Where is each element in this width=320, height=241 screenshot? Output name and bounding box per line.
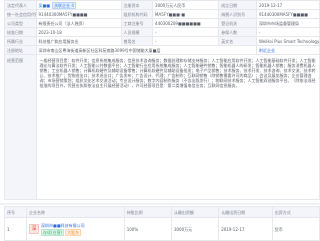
reg-no-label: 工商注册号	[120, 18, 154, 28]
insured-label: 参保人数	[218, 27, 257, 37]
approval-date-value: 2023-10-18	[35, 27, 122, 37]
col-header-capital[interactable]: 认缴出资额	[170, 206, 220, 218]
shareholder-badge: 大股东	[65, 228, 82, 236]
former-name-value: -	[152, 36, 220, 46]
taxpayer-id-value: 91440300MA5FY■■■■	[255, 9, 320, 19]
row-percent: 100%	[123, 217, 172, 241]
registry-value: 深圳市市场监督管理局	[255, 18, 320, 28]
scope-label: 经营范围	[4, 54, 37, 200]
staff-value: -	[152, 27, 220, 37]
section-divider	[0, 203, 320, 205]
taxpayer-id-label: 纳税人识别号	[218, 9, 257, 19]
registry-label: 登记机关	[218, 18, 257, 28]
reg-capital-label: 注册资本	[120, 0, 154, 10]
row-capital: 3000万元	[170, 217, 220, 241]
col-header-index: 序号	[3, 206, 28, 218]
row-company-cell: 深 深圳市■■科技有限公司 存续(在营) 大股东	[26, 217, 125, 241]
nearby-companies-link[interactable]: 附近企业	[259, 48, 275, 53]
address-value: 深圳市南山区粤海街道高新区社区科苑南路3099号中国储能大厦■层	[35, 45, 257, 55]
row-date: 2019-12-17	[218, 217, 273, 241]
establish-date-value: 2019-12-17	[255, 0, 320, 10]
address-label: 注册地址	[4, 45, 37, 55]
former-name-label: 曾用名	[120, 36, 154, 46]
industry-label: 所属行业	[4, 36, 37, 46]
company-type-value: 有限责任公司（法人独资）	[35, 18, 122, 28]
industry-value: 科技推广和应用服务业	[35, 36, 122, 46]
legal-rep-cell: 吴■■ 关联企业 4	[35, 0, 122, 10]
credit-code-value: 91440300MA5FY■■■■	[35, 9, 122, 19]
row-index: 1	[3, 217, 28, 241]
shareholder-table: 序号 企业名称 持股比例 认缴出资额 认缴出资日期 出资方式 1 深 深圳市■■…	[3, 206, 320, 241]
scope-value: 一般经营项目是：软件开发；信息系统集成服务；信息技术咨询服务；数据处理和存储支持…	[35, 54, 320, 200]
company-info-table: 法定代表人 吴■■ 关联企业 4 注册资本 3000万元人民币 成立日期 201…	[4, 0, 320, 200]
insured-value: -	[255, 27, 320, 37]
company-type-label: 公司类型	[4, 18, 37, 28]
credit-code-label: 统一社会信用代码	[4, 9, 37, 19]
org-code-label: 组织机构代码	[120, 9, 154, 19]
company-name-link[interactable]: 深圳市■■科技有限公司	[41, 223, 85, 228]
reg-no-value: 440300209■■■■■■	[152, 18, 220, 28]
establish-date-label: 成立日期	[218, 0, 257, 10]
status-badge: 存续(在营)	[41, 228, 65, 236]
approval-date-label: 核准日期	[4, 27, 37, 37]
legal-rep-label: 法定代表人	[4, 0, 37, 10]
legal-rep-name[interactable]: 吴■■	[39, 3, 51, 8]
row-method: 货币	[271, 217, 320, 241]
org-code-value: MA5FY■■■-■	[152, 9, 220, 19]
staff-label: 人员规模	[120, 27, 154, 37]
company-logo: 深	[29, 224, 40, 234]
legal-rep-tag[interactable]: 关联企业 4	[52, 1, 76, 9]
col-header-method: 出资方式	[271, 206, 320, 218]
table-row: 1 深 深圳市■■科技有限公司 存续(在营) 大股东 100% 3000万元 2…	[3, 217, 320, 241]
col-header-company: 企业名称	[26, 206, 125, 218]
reg-capital-value: 3000万元人民币	[152, 0, 220, 10]
english-name-value: WeiHai Plus Smart Technology Co., Ltd.	[255, 36, 320, 46]
address-action-cell: 附近企业	[255, 45, 320, 55]
english-name-label: 英文名	[218, 36, 257, 46]
col-header-date[interactable]: 认缴出资日期	[218, 206, 273, 218]
col-header-percent[interactable]: 持股比例	[123, 206, 172, 218]
